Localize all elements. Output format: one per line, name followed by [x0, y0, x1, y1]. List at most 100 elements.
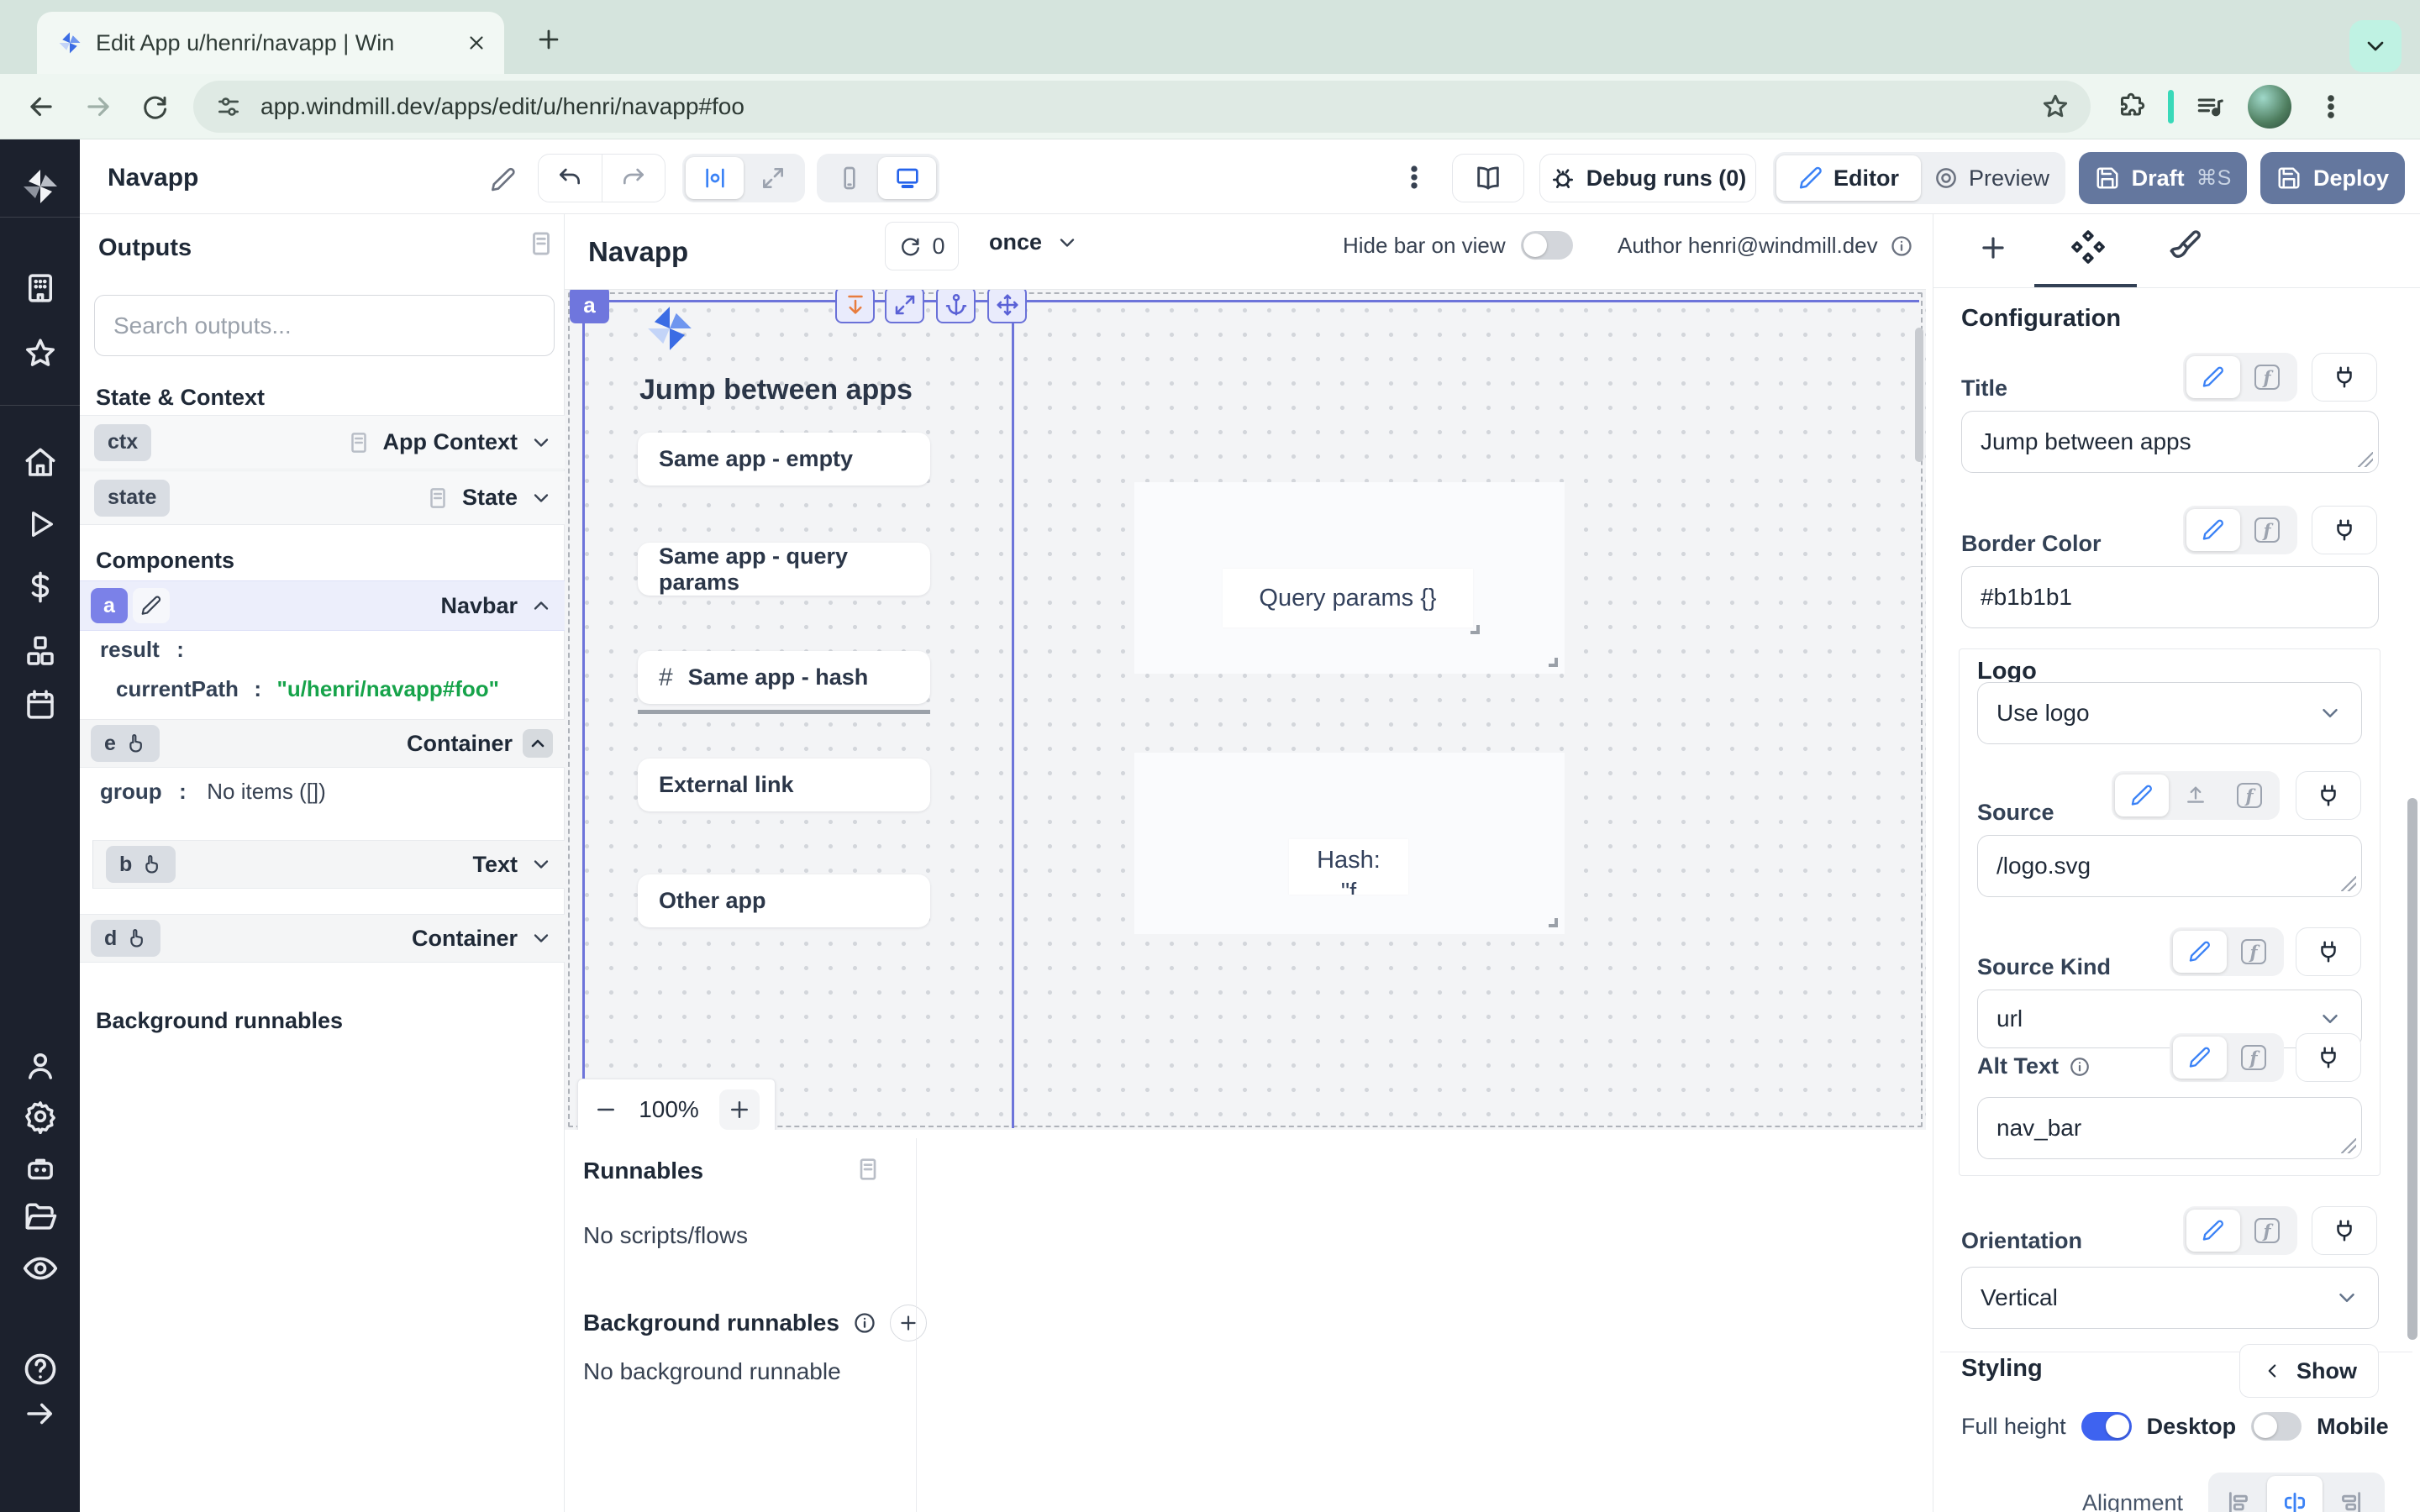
code-mode-button[interactable]: f	[2227, 931, 2281, 973]
editor-tab[interactable]: Editor	[1776, 155, 1921, 201]
help-icon[interactable]	[22, 1351, 59, 1388]
component-id-badge[interactable]: d	[91, 920, 160, 957]
current-path-row[interactable]: currentPath : "u/henri/navapp#foo"	[116, 676, 499, 702]
component-row-container-e[interactable]: e Container	[80, 719, 565, 768]
resize-handle[interactable]	[1549, 658, 1558, 667]
debug-runs-button[interactable]: Debug runs (0)	[1539, 154, 1756, 202]
doc-icon[interactable]	[425, 486, 450, 511]
static-mode-button[interactable]	[2186, 356, 2240, 398]
alt-text-input[interactable]	[1977, 1097, 2362, 1159]
use-logo-select[interactable]: Use logo	[1977, 682, 2362, 744]
component-row-text-b[interactable]: b Text	[92, 840, 565, 889]
full-height-toggle[interactable]	[2081, 1412, 2132, 1441]
browser-menu-icon[interactable]	[2317, 92, 2345, 121]
windmill-logo-icon[interactable]	[20, 166, 60, 207]
styling-tab[interactable]	[2167, 228, 2202, 264]
folders-icon[interactable]	[23, 1200, 58, 1236]
reload-icon[interactable]	[139, 92, 170, 122]
zoom-out-icon[interactable]	[593, 1097, 618, 1122]
settings-tab[interactable]	[2070, 228, 2107, 265]
info-icon[interactable]	[1890, 234, 1913, 258]
add-background-runnable-button[interactable]	[890, 1305, 927, 1341]
docs-button[interactable]	[1452, 154, 1524, 202]
search-outputs-input[interactable]	[94, 295, 555, 356]
variables-dollar-icon[interactable]	[23, 570, 58, 605]
audit-eye-icon[interactable]	[22, 1250, 59, 1287]
nav-item-same-app-hash[interactable]: # Same app - hash	[638, 651, 930, 704]
url-text[interactable]: app.windmill.dev/apps/edit/u/henri/navap…	[260, 93, 2040, 120]
mobile-toggle[interactable]	[2251, 1412, 2302, 1441]
fullscreen-component-button[interactable]	[885, 290, 924, 323]
chevron-up-icon[interactable]	[529, 594, 553, 617]
code-mode-button[interactable]: f	[2240, 1210, 2294, 1252]
nav-item-same-app-empty[interactable]: Same app - empty	[638, 433, 930, 486]
mobile-view-button[interactable]	[820, 157, 878, 199]
anchor-component-button[interactable]	[936, 290, 976, 323]
canvas-body[interactable]: a Jump between apps Same app - empty Sam…	[565, 290, 1926, 1130]
source-connect-button[interactable]	[2296, 771, 2361, 820]
media-playlist-icon[interactable]	[2194, 91, 2226, 123]
workers-icon[interactable]	[23, 1151, 58, 1186]
schedules-calendar-icon[interactable]	[23, 687, 58, 722]
group-row[interactable]: group : No items ([])	[100, 779, 326, 805]
selected-component-badge[interactable]: a	[570, 290, 609, 323]
refresh-count-button[interactable]: 0	[885, 222, 959, 270]
deploy-button[interactable]: Deploy	[2260, 152, 2405, 204]
align-center-button[interactable]	[2267, 1476, 2323, 1512]
tab-close-icon[interactable]	[466, 32, 487, 54]
doc-icon[interactable]	[346, 430, 371, 455]
component-id-badge[interactable]: a	[91, 588, 128, 623]
border-connect-button[interactable]	[2312, 506, 2377, 554]
draft-button[interactable]: Draft ⌘S	[2079, 152, 2247, 204]
resize-handle[interactable]	[1470, 625, 1480, 634]
move-component-button[interactable]	[987, 290, 1027, 323]
chevron-down-icon[interactable]	[529, 853, 553, 876]
back-icon[interactable]	[25, 91, 57, 123]
title-input[interactable]	[1961, 411, 2379, 473]
window-chevron-button[interactable]	[2349, 20, 2402, 72]
workspace-icon[interactable]	[23, 270, 58, 306]
code-mode-button[interactable]: f	[2223, 774, 2276, 816]
desktop-view-button[interactable]	[878, 157, 936, 199]
preview-tab[interactable]: Preview	[1921, 155, 2062, 201]
chevron-down-icon[interactable]	[529, 431, 553, 454]
resources-cubes-icon[interactable]	[23, 633, 58, 669]
canvas-scrollbar[interactable]	[1915, 328, 1923, 462]
orientation-connect-button[interactable]	[2312, 1206, 2377, 1255]
profile-avatar[interactable]	[2248, 85, 2291, 129]
border-color-input[interactable]	[1961, 566, 2379, 628]
ctx-badge[interactable]: ctx	[94, 424, 151, 461]
chevron-down-icon[interactable]	[529, 927, 553, 950]
users-icon[interactable]	[23, 1048, 58, 1084]
alt-text-connect-button[interactable]	[2296, 1033, 2361, 1082]
centered-layout-button[interactable]	[686, 157, 744, 199]
nav-item-other-app[interactable]: Other app	[638, 874, 930, 927]
info-icon[interactable]	[853, 1311, 876, 1335]
component-row-container-d[interactable]: d Container	[80, 914, 565, 963]
static-mode-button[interactable]	[2115, 774, 2169, 816]
forward-icon[interactable]	[82, 91, 114, 123]
static-mode-button[interactable]	[2173, 1037, 2227, 1079]
home-icon[interactable]	[23, 445, 58, 480]
full-width-button[interactable]	[744, 157, 802, 199]
collapse-button[interactable]	[523, 729, 553, 758]
align-right-button[interactable]	[2323, 1476, 2378, 1512]
code-mode-button[interactable]: f	[2240, 509, 2294, 551]
query-params-card[interactable]: Query params {}	[1134, 482, 1565, 674]
expand-down-button[interactable]	[835, 290, 875, 323]
settings-scrollbar[interactable]	[2407, 798, 2417, 1340]
site-settings-icon[interactable]	[215, 93, 242, 120]
info-icon[interactable]	[2069, 1056, 2091, 1078]
nav-item-same-app-query-params[interactable]: Same app - query params	[638, 543, 930, 596]
settings-gear-icon[interactable]	[23, 1099, 58, 1134]
redo-button[interactable]	[602, 155, 666, 202]
upload-mode-button[interactable]	[2169, 774, 2223, 816]
component-row-navbar[interactable]: a Navbar	[80, 580, 565, 631]
collapse-arrow-icon[interactable]	[23, 1396, 58, 1431]
static-mode-button[interactable]	[2186, 1210, 2240, 1252]
insert-component-tab[interactable]	[1977, 232, 2009, 264]
outputs-doc-icon[interactable]	[527, 229, 555, 258]
show-styling-button[interactable]: Show	[2239, 1344, 2379, 1398]
rename-pencil-icon[interactable]	[490, 166, 517, 193]
more-menu-icon[interactable]	[1400, 163, 1428, 192]
